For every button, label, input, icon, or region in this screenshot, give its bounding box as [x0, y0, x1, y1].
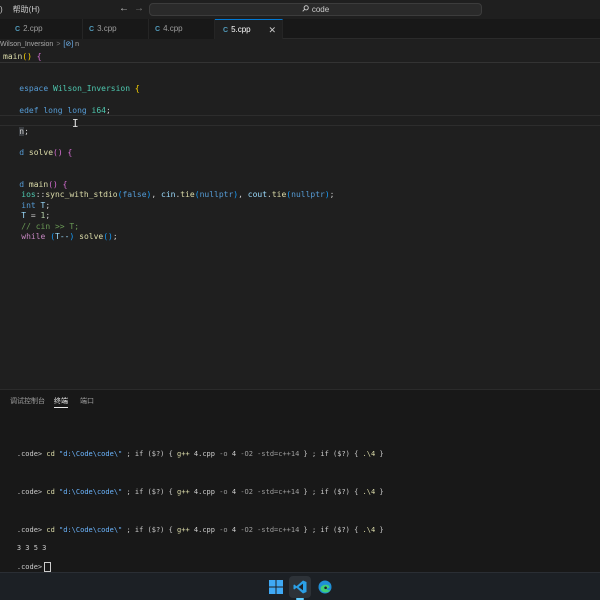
text-cursor-icon: I — [72, 117, 79, 130]
terminal-prompt[interactable]: .code> — [0, 551, 52, 572]
code-line-while: while (T--) solve(); — [21, 232, 118, 241]
code-line-cursor: n; — [19, 127, 29, 136]
tab-4-cpp[interactable]: C 4.cpp — [149, 19, 215, 39]
breadcrumb-namespace[interactable]: Wilson_Inversion — [0, 41, 53, 48]
sticky-scroll-header[interactable]: main() { — [0, 51, 600, 63]
code-line-solve: d solve() { — [19, 148, 73, 157]
menu-item-partial[interactable]: ) — [0, 5, 3, 14]
tab-debug-console[interactable]: 调试控制台 — [10, 396, 45, 406]
tab-2-cpp[interactable]: C 2.cpp — [0, 19, 83, 39]
code-line-sync: ios::sync_with_stdio(false), cin.tie(nul… — [21, 190, 335, 199]
taskbar — [0, 572, 600, 600]
bottom-panel: 调试控制台 终端 端口 .code> cd "d:\Code\code\" ; … — [0, 389, 600, 572]
terminal-line: .code> cd "d:\Code\code\" ; if ($?) { g+… — [16, 488, 384, 496]
chevron-right-icon: > — [56, 41, 61, 48]
search-text: code — [311, 5, 330, 14]
arrow-left-icon[interactable]: ← — [119, 3, 129, 14]
cpp-file-icon: C — [223, 27, 229, 34]
edge-icon[interactable] — [314, 576, 336, 598]
cpp-file-icon: C — [155, 26, 161, 33]
command-center-search[interactable]: code — [149, 3, 482, 16]
code-line-typedef: edef long long i64; — [19, 106, 111, 115]
tab-3-cpp[interactable]: C 3.cpp — [83, 19, 149, 39]
arrow-right-icon[interactable]: → — [134, 3, 144, 14]
terminal-line: .code> cd "d:\Code\code\" ; if ($?) { g+… — [16, 526, 384, 534]
breadcrumb: Wilson_Inversion > [⊘] n — [0, 39, 600, 51]
title-bar: ) 帮助(H) ← → code — [0, 0, 600, 19]
editor-tab-bar: C 2.cpp C 3.cpp C 4.cpp C 5.cpp ✕ — [0, 19, 600, 39]
tab-5-cpp[interactable]: C 5.cpp ✕ — [215, 19, 283, 39]
terminal-cursor — [44, 562, 52, 572]
cpp-file-icon: C — [89, 26, 95, 33]
windows-start-icon[interactable] — [265, 576, 287, 598]
breadcrumb-symbol[interactable]: n — [75, 41, 79, 48]
terminal-output: 3 3 5 3 — [16, 544, 47, 552]
code-line-namespace: espace Wilson_Inversion { — [19, 84, 140, 93]
tab-ports[interactable]: 端口 — [80, 396, 94, 406]
terminal-line: .code> cd "d:\Code\code\" ; if ($?) { g+… — [16, 450, 384, 458]
menu-item-help[interactable]: 帮助(H) — [13, 5, 40, 14]
code-editor[interactable]: espace Wilson_Inversion { edef long long… — [0, 63, 600, 389]
current-line-highlight — [0, 115, 600, 126]
close-icon[interactable]: ✕ — [268, 20, 276, 40]
code-line-t-assign: T = 1; — [21, 211, 51, 220]
vscode-icon[interactable] — [289, 576, 311, 598]
tab-terminal[interactable]: 终端 — [54, 396, 68, 408]
search-icon — [302, 4, 309, 15]
cpp-file-icon: C — [15, 26, 21, 33]
menu-bar: ) 帮助(H) — [0, 4, 40, 15]
variable-icon: [⊘] — [63, 41, 74, 48]
